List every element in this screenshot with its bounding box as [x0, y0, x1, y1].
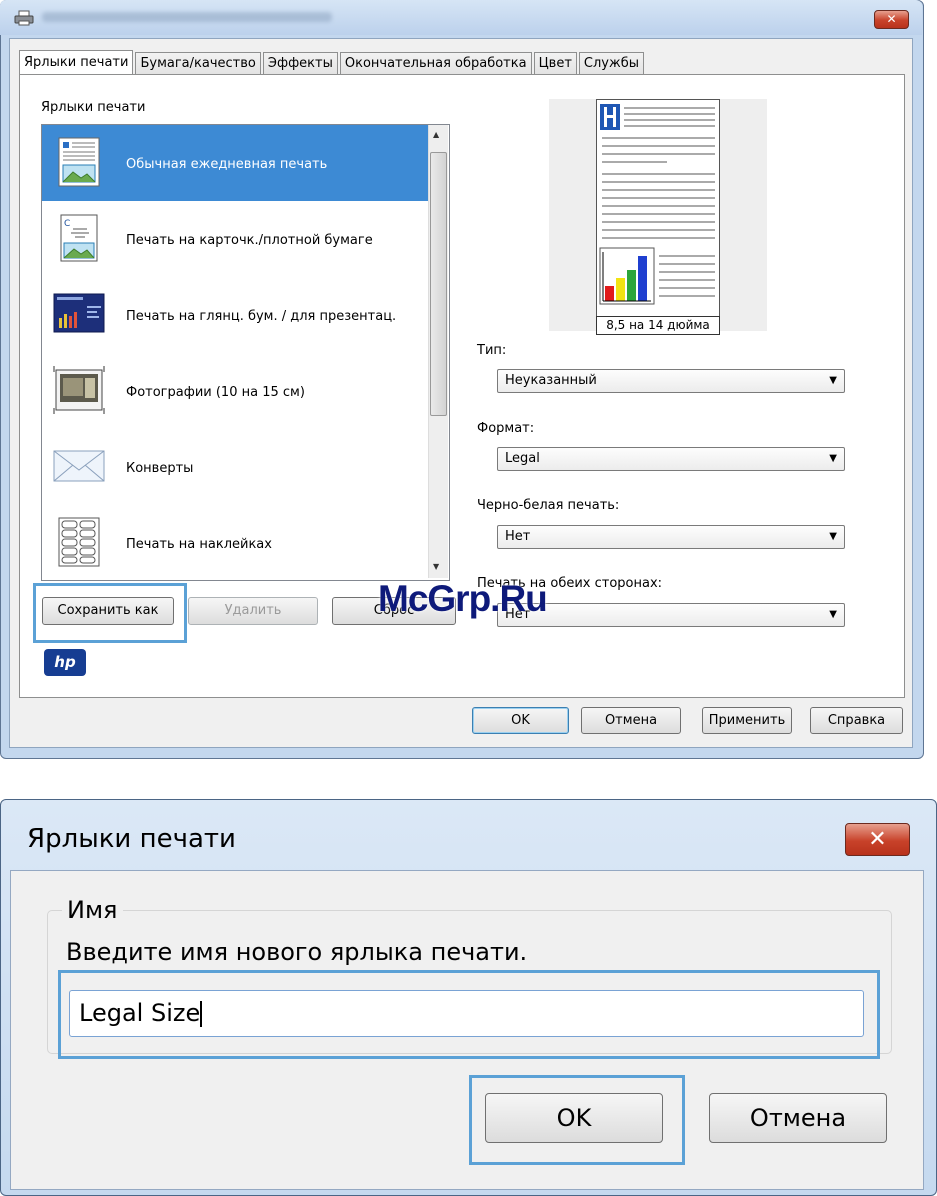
photo-icon	[53, 364, 105, 416]
shortcut-name-input[interactable]: Legal Size	[69, 990, 864, 1037]
cancel-button[interactable]: Отмена	[581, 707, 681, 734]
delete-button[interactable]: Удалить	[188, 597, 318, 625]
svg-text:C: C	[64, 219, 70, 229]
list-item-label: Печать на наклейках	[126, 537, 272, 552]
scrollbar-thumb[interactable]	[430, 152, 447, 416]
shortcuts-heading: Ярлыки печати	[41, 100, 146, 115]
paper-size-caption: 8,5 на 14 дюйма	[596, 316, 720, 335]
watermark: McGrp.Ru	[378, 578, 548, 619]
ok-button[interactable]: OK	[485, 1093, 663, 1143]
scroll-down-icon[interactable]: ▼	[433, 562, 439, 571]
close-icon: ✕	[868, 827, 887, 852]
list-item-presentation[interactable]: Печать на глянц. бум. / для презентац.	[42, 277, 428, 353]
list-item-label: Конверты	[126, 461, 194, 476]
window-title: Ярлыки печати	[27, 824, 236, 854]
list-item-everyday[interactable]: Обычная ежедневная печать	[42, 125, 428, 201]
list-item-label: Печать на глянц. бум. / для презентац.	[126, 309, 397, 324]
labels-icon	[53, 516, 105, 568]
presentation-icon	[53, 288, 105, 340]
tab-finishing[interactable]: Окончательная обработка	[339, 52, 532, 74]
page-preview-icon	[596, 99, 720, 321]
printer-icon	[14, 10, 34, 26]
everyday-document-icon	[53, 136, 105, 188]
list-item-label: Обычная ежедневная печать	[126, 157, 328, 172]
tab-effects[interactable]: Эффекты	[262, 52, 338, 74]
format-label: Формат:	[477, 421, 535, 436]
list-item-label: Фотографии (10 на 15 см)	[126, 385, 305, 400]
close-icon: ✕	[886, 12, 897, 26]
format-value: Legal	[505, 451, 540, 466]
format-dropdown[interactable]: Legal ▼	[497, 447, 845, 471]
shortcuts-list[interactable]: Обычная ежедневная печать C Печать на ка…	[41, 124, 450, 581]
apply-button[interactable]: Применить	[702, 707, 792, 734]
close-button[interactable]: ✕	[874, 10, 909, 29]
cancel-button[interactable]: Отмена	[709, 1093, 887, 1143]
chevron-down-icon: ▼	[829, 375, 837, 386]
save-as-button[interactable]: Сохранить как	[42, 597, 174, 625]
tab-paper-quality[interactable]: Бумага/качество	[135, 52, 261, 74]
bw-dropdown[interactable]: Нет ▼	[497, 525, 845, 549]
group-label: Имя	[62, 896, 123, 924]
list-item-photos[interactable]: Фотографии (10 на 15 см)	[42, 353, 428, 429]
tab-color[interactable]: Цвет	[533, 52, 577, 74]
window-title-blurred	[42, 12, 332, 22]
tab-shortcuts[interactable]: Ярлыки печати	[19, 50, 134, 75]
chevron-down-icon: ▼	[829, 531, 837, 542]
bw-label: Черно-белая печать:	[477, 498, 620, 513]
cardstock-icon: C	[53, 212, 105, 264]
name-input-value: Legal Size	[79, 999, 201, 1027]
bw-value: Нет	[505, 529, 531, 544]
prompt-text: Введите имя нового ярлыка печати.	[66, 938, 528, 966]
hp-logo: hp	[44, 649, 86, 676]
close-button[interactable]: ✕	[845, 823, 910, 856]
ok-button[interactable]: OK	[472, 707, 569, 734]
type-label: Тип:	[477, 343, 507, 358]
tab-strip: Ярлыки печати Бумага/качество Эффекты Ок…	[19, 50, 646, 75]
list-item-cardstock[interactable]: C Печать на карточк./плотной бумаге	[42, 201, 428, 277]
envelope-icon	[53, 440, 105, 492]
type-dropdown[interactable]: Неуказанный ▼	[497, 369, 845, 393]
tab-services[interactable]: Службы	[578, 52, 644, 74]
scroll-up-icon[interactable]: ▲	[433, 130, 439, 139]
text-cursor	[200, 1001, 203, 1027]
list-item-label: Печать на карточк./плотной бумаге	[126, 233, 373, 248]
help-button[interactable]: Справка	[810, 707, 903, 734]
list-item-labels[interactable]: Печать на наклейках	[42, 505, 428, 580]
duplex-dropdown[interactable]: Нет ▼	[497, 603, 845, 627]
chevron-down-icon: ▼	[829, 453, 837, 464]
list-item-envelopes[interactable]: Конверты	[42, 429, 428, 505]
chevron-down-icon: ▼	[829, 609, 837, 620]
type-value: Неуказанный	[505, 373, 597, 388]
